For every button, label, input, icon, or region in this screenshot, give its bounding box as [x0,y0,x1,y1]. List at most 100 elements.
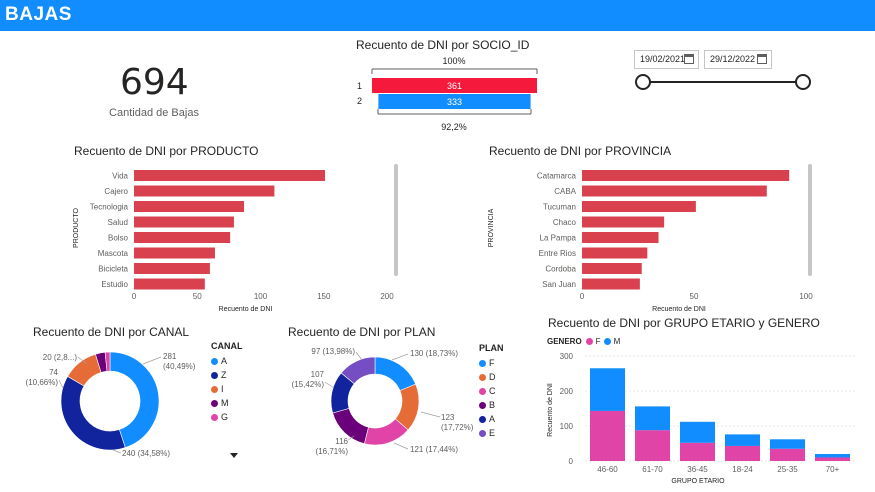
grupo-ylabel: Recuento de DNI [547,383,554,437]
legend-label: A [221,356,228,366]
canal-legend: CANAL AZIMG [211,341,243,424]
plan-legend-item-e[interactable]: E [479,426,504,440]
grupo-legend: GENERO F M [547,337,620,346]
grupo-bar-m[interactable] [725,434,760,446]
plan-slice-f[interactable] [374,356,417,392]
legend-dot [211,371,218,379]
provincia-bar[interactable] [582,170,790,181]
socio-bottom-label: 92,2% [441,122,467,132]
provincia-bar[interactable] [582,278,640,290]
producto-bar[interactable] [134,232,231,243]
plan-chart: 130 (18,73%) 123 (17,72%) 121 (17,44%) 116 (1… [292,347,474,456]
grupo-bar-f[interactable] [725,445,760,461]
grupo-bar-m[interactable] [815,454,850,458]
calendar-icon[interactable] [757,54,767,64]
provincia-bar[interactable] [582,263,642,274]
legend-label-f: F [595,337,601,346]
grupo-bar-m[interactable] [680,421,715,443]
producto-category-label: Vida [112,172,128,181]
producto-bar[interactable] [134,263,210,274]
provincia-category-label: CABA [554,187,576,196]
legend-label: I [221,384,224,394]
date-slider-start-handle[interactable] [635,74,651,90]
producto-chart: PRODUCTO Vida Cajero Tecnologia Salud Bolso Ma… [73,164,398,313]
producto-category-label: Salud [108,218,128,227]
producto-bar[interactable] [134,170,326,181]
grupo-legend-title: GENERO [547,337,582,346]
plan-legend-title: PLAN [479,343,504,353]
grupo-bar-f[interactable] [590,410,625,461]
legend-label: G [221,412,229,422]
plan-legend-item-c[interactable]: C [479,384,504,398]
canal-legend-item-z[interactable]: Z [211,368,243,382]
producto-x-tick: 0 [132,292,137,301]
grupo-bar-f[interactable] [635,430,670,461]
canal-data-label: 281 (40,49%) [163,352,196,371]
date-slider-end-handle[interactable] [795,74,811,90]
canal-chart-title: Recuento de DNI por CANAL [33,325,190,339]
provincia-xlabel: Recuento de DNI [652,306,706,313]
socio-cat-label-0: 1 [357,81,362,91]
date-slider-track[interactable] [643,81,803,83]
producto-bar[interactable] [134,185,275,197]
legend-dot-f [585,338,593,345]
grupo-bar-f[interactable] [680,442,715,461]
provincia-bar[interactable] [582,185,767,197]
producto-category-label: Estudio [101,280,128,289]
plan-legend-item-b[interactable]: B [479,398,504,412]
legend-label: F [489,358,495,368]
socio-chart-title: Recuento de DNI por SOCIO_ID [356,38,530,52]
grupo-y-tick: 300 [560,352,574,361]
kpi-label: Cantidad de Bajas [109,107,199,119]
provincia-category-label: San Juan [542,280,576,289]
grupo-bar-f[interactable] [770,448,805,461]
grupo-y-tick: 200 [560,387,574,396]
legend-scroll-down-icon[interactable] [230,453,238,458]
canal-legend-item-i[interactable]: I [211,382,243,396]
producto-category-label: Bicicleta [98,265,128,274]
grupo-bar-m[interactable] [770,439,805,449]
legend-dot [211,357,218,365]
plan-chart-title: Recuento de DNI por PLAN [288,325,436,339]
producto-bar[interactable] [134,247,215,259]
producto-x-tick: 200 [380,292,394,301]
provincia-bar[interactable] [582,216,665,228]
provincia-bar[interactable] [582,247,648,259]
plan-legend-item-f[interactable]: F [479,356,504,370]
end-date-input[interactable]: 29/12/2022 [704,50,772,69]
producto-x-tick: 100 [254,292,268,301]
producto-bar[interactable] [134,201,245,212]
canal-legend-item-g[interactable]: G [211,410,243,424]
legend-label: Z [221,370,227,380]
legend-label-m: M [613,337,621,346]
legend-label: M [221,398,229,408]
provincia-category-label: Chaco [553,218,577,227]
provincia-scrollbar[interactable] [808,164,812,276]
producto-scrollbar[interactable] [394,164,398,276]
provincia-bar[interactable] [582,201,696,212]
provincia-category-label: Cordoba [545,265,576,274]
grupo-bar-m[interactable] [635,406,670,431]
socio-chart: 100% 1 361 2 333 92,2% [357,56,538,132]
grupo-x-tick: 46-60 [597,465,618,474]
calendar-icon[interactable] [684,54,694,64]
start-date-input[interactable]: 19/02/2021 [634,50,699,69]
canal-legend-item-a[interactable]: A [211,354,243,368]
grupo-bar-m[interactable] [590,368,625,411]
producto-chart-title: Recuento de DNI por PRODUCTO [74,144,259,158]
canal-legend-item-m[interactable]: M [211,396,243,410]
legend-label: E [489,428,496,438]
producto-bar[interactable] [134,216,234,228]
end-date-value: 29/12/2022 [710,54,756,64]
legend-dot [479,387,486,395]
provincia-category-label: Tucuman [543,203,576,212]
canal-slice-z[interactable] [60,376,126,451]
producto-bar[interactable] [134,278,205,290]
plan-legend-item-d[interactable]: D [479,370,504,384]
plan-data-label: 116 (16,71%) [316,437,349,456]
producto-x-tick: 150 [317,292,331,301]
plan-legend-item-a[interactable]: A [479,412,504,426]
provincia-bar[interactable] [582,232,659,243]
producto-category-label: Tecnologia [90,203,129,212]
grupo-bar-f[interactable] [815,457,850,462]
